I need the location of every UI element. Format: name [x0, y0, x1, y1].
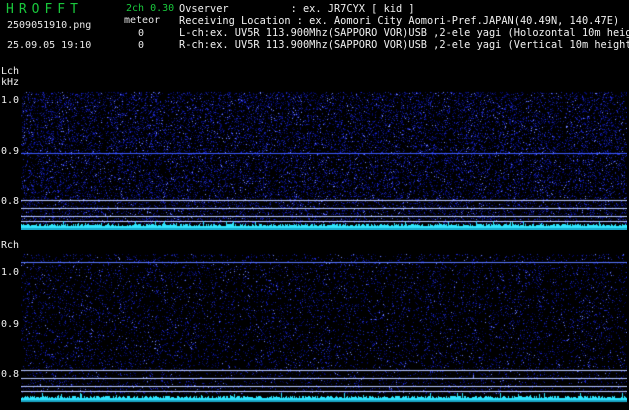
rch-label: Rch: [1, 240, 20, 251]
rch-ytick: 0.9: [1, 319, 20, 330]
lch-label: Lch: [1, 66, 20, 77]
observer-line: Ovserver : ex. JR7CYX [ kid ]: [179, 3, 415, 15]
meteor-label: meteor: [124, 15, 161, 26]
meteor-count-lch: 0: [138, 28, 145, 39]
lch-unit-label: kHz: [1, 77, 20, 88]
lch-config-line: L-ch:ex. UV5R 113.900Mhz(SAPPORO VOR)USB…: [179, 27, 629, 39]
lch-ytick: 0.9: [1, 146, 20, 157]
rch-ytick: 1.0: [1, 267, 20, 278]
lch-ytick: 0.8: [1, 196, 20, 207]
app-title: HROFFT: [6, 2, 83, 17]
rch-config-line: R-ch:ex. UV5R 113.900Mhz(SAPPORO VOR)USB…: [179, 39, 629, 51]
datetime-label: 25.09.05 19:10: [7, 40, 92, 51]
version-label: 2ch 0.30: [126, 3, 175, 14]
rch-ytick: 0.8: [1, 369, 20, 380]
meteor-count-rch: 0: [138, 40, 145, 51]
location-line: Receiving Location : ex. Aomori City Aom…: [179, 15, 620, 27]
rch-spectrogram: [21, 248, 627, 403]
filename-label: 2509051910.png: [7, 20, 92, 31]
lch-spectrogram: [21, 80, 627, 230]
lch-ytick: 1.0: [1, 95, 20, 106]
